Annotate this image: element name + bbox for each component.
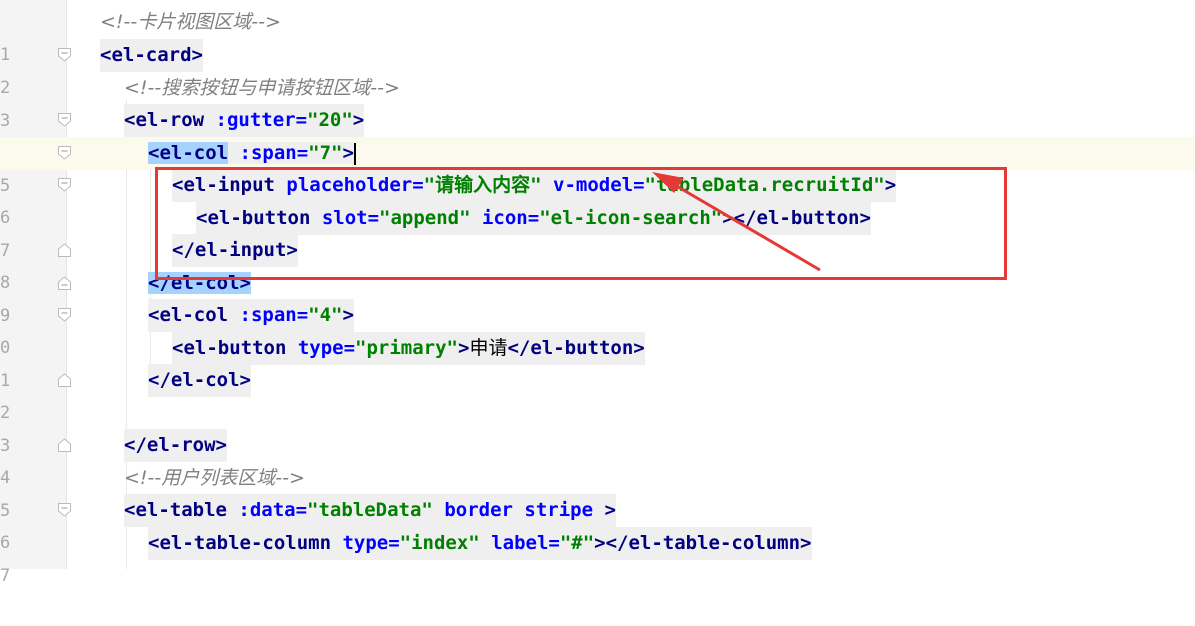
annotation-arrow-icon: [652, 172, 821, 272]
